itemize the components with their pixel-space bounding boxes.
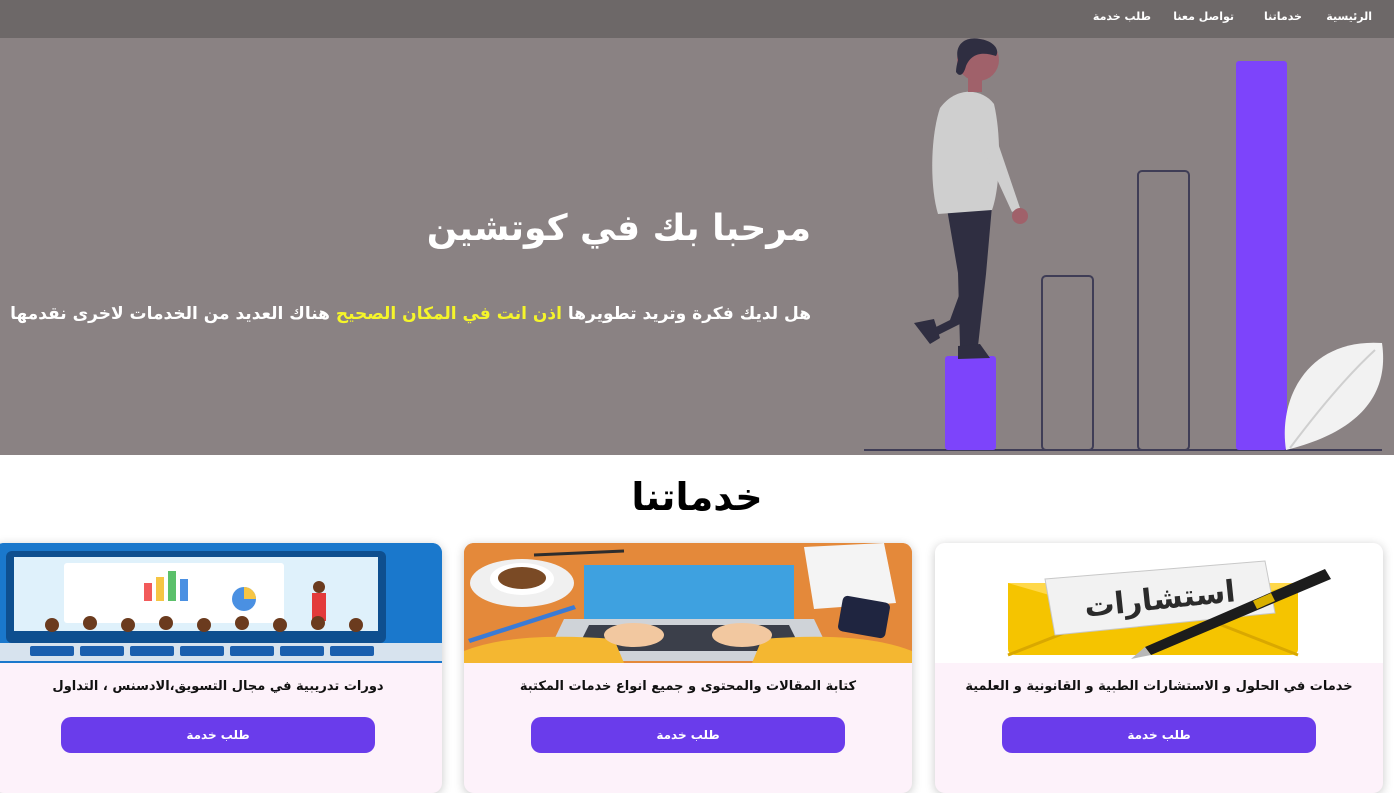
left-hand bbox=[604, 623, 664, 647]
nav-contact-link[interactable]: تواصل معنا bbox=[1173, 10, 1234, 23]
slide-bar-3 bbox=[168, 571, 176, 601]
request-service-button[interactable]: طلب خدمة bbox=[61, 717, 375, 753]
keyboard-keys bbox=[30, 646, 374, 656]
hero-subtitle-highlight: اذن انت في المكان الصحيح bbox=[335, 304, 562, 324]
laptop-screen bbox=[584, 565, 794, 619]
hero-subtitle: هل لديك فكرة وتريد تطويرها اذن انت في ال… bbox=[10, 304, 811, 324]
online-course-illustration bbox=[0, 543, 442, 663]
consultations-image: استشارات bbox=[935, 543, 1383, 663]
slide-bar-4 bbox=[180, 579, 188, 601]
envelope-pen-illustration: استشارات bbox=[1007, 560, 1331, 659]
service-card-courses: دورات تدريبية في مجال التسويق،الادسنس ، … bbox=[0, 543, 442, 793]
card-writing-description: كتابة المقالات والمحتوى و جميع انواع خدم… bbox=[519, 679, 857, 694]
bar-1 bbox=[945, 356, 996, 450]
hero-subtitle-part2: هناك العديد من الخدمات لاخرى نقدمها bbox=[10, 304, 330, 324]
person-back-foot bbox=[914, 319, 940, 344]
top-navbar: الرئيسية خدماتنا تواصل معنا طلب خدمة bbox=[0, 0, 1394, 38]
growth-illustration bbox=[864, 38, 1384, 451]
bar-4 bbox=[1236, 61, 1287, 450]
laptop-desk-illustration bbox=[464, 543, 912, 663]
service-card-consultations: استشارات خدمات في الحلول و الاستشارات ال… bbox=[935, 543, 1383, 793]
hero-section: مرحبا بك في كوتشين هل لديك فكرة وتريد تط… bbox=[0, 38, 1394, 455]
request-service-button[interactable]: طلب خدمة bbox=[1002, 717, 1316, 753]
bar-2-outline bbox=[1041, 275, 1094, 451]
nav-home-link[interactable]: الرئيسية bbox=[1326, 10, 1372, 23]
slide-bar-1 bbox=[144, 583, 152, 601]
right-hand bbox=[712, 623, 772, 647]
hero-title: مرحبا بك في كوتشين bbox=[426, 208, 811, 249]
writing-image bbox=[464, 543, 912, 663]
card-courses-description: دورات تدريبية في مجال التسويق،الادسنس ، … bbox=[52, 679, 384, 694]
slide-bar-2 bbox=[156, 577, 164, 601]
request-service-button[interactable]: طلب خدمة bbox=[531, 717, 845, 753]
coffee bbox=[498, 567, 546, 589]
courses-image bbox=[0, 543, 442, 663]
hero-subtitle-part1: هل لديك فكرة وتريد تطويرها bbox=[567, 304, 811, 324]
services-heading: خدماتنا bbox=[631, 475, 763, 519]
person-front-foot bbox=[958, 344, 990, 359]
nav-services-link[interactable]: خدماتنا bbox=[1264, 10, 1302, 23]
bar-3-outline bbox=[1137, 170, 1190, 451]
presenter-head bbox=[313, 581, 325, 593]
person-hand bbox=[1012, 208, 1028, 224]
service-card-writing: كتابة المقالات والمحتوى و جميع انواع خدم… bbox=[464, 543, 912, 793]
card-consultations-description: خدمات في الحلول و الاستشارات الطبية و ال… bbox=[965, 679, 1353, 694]
nav-request-link[interactable]: طلب خدمة bbox=[1093, 10, 1151, 23]
